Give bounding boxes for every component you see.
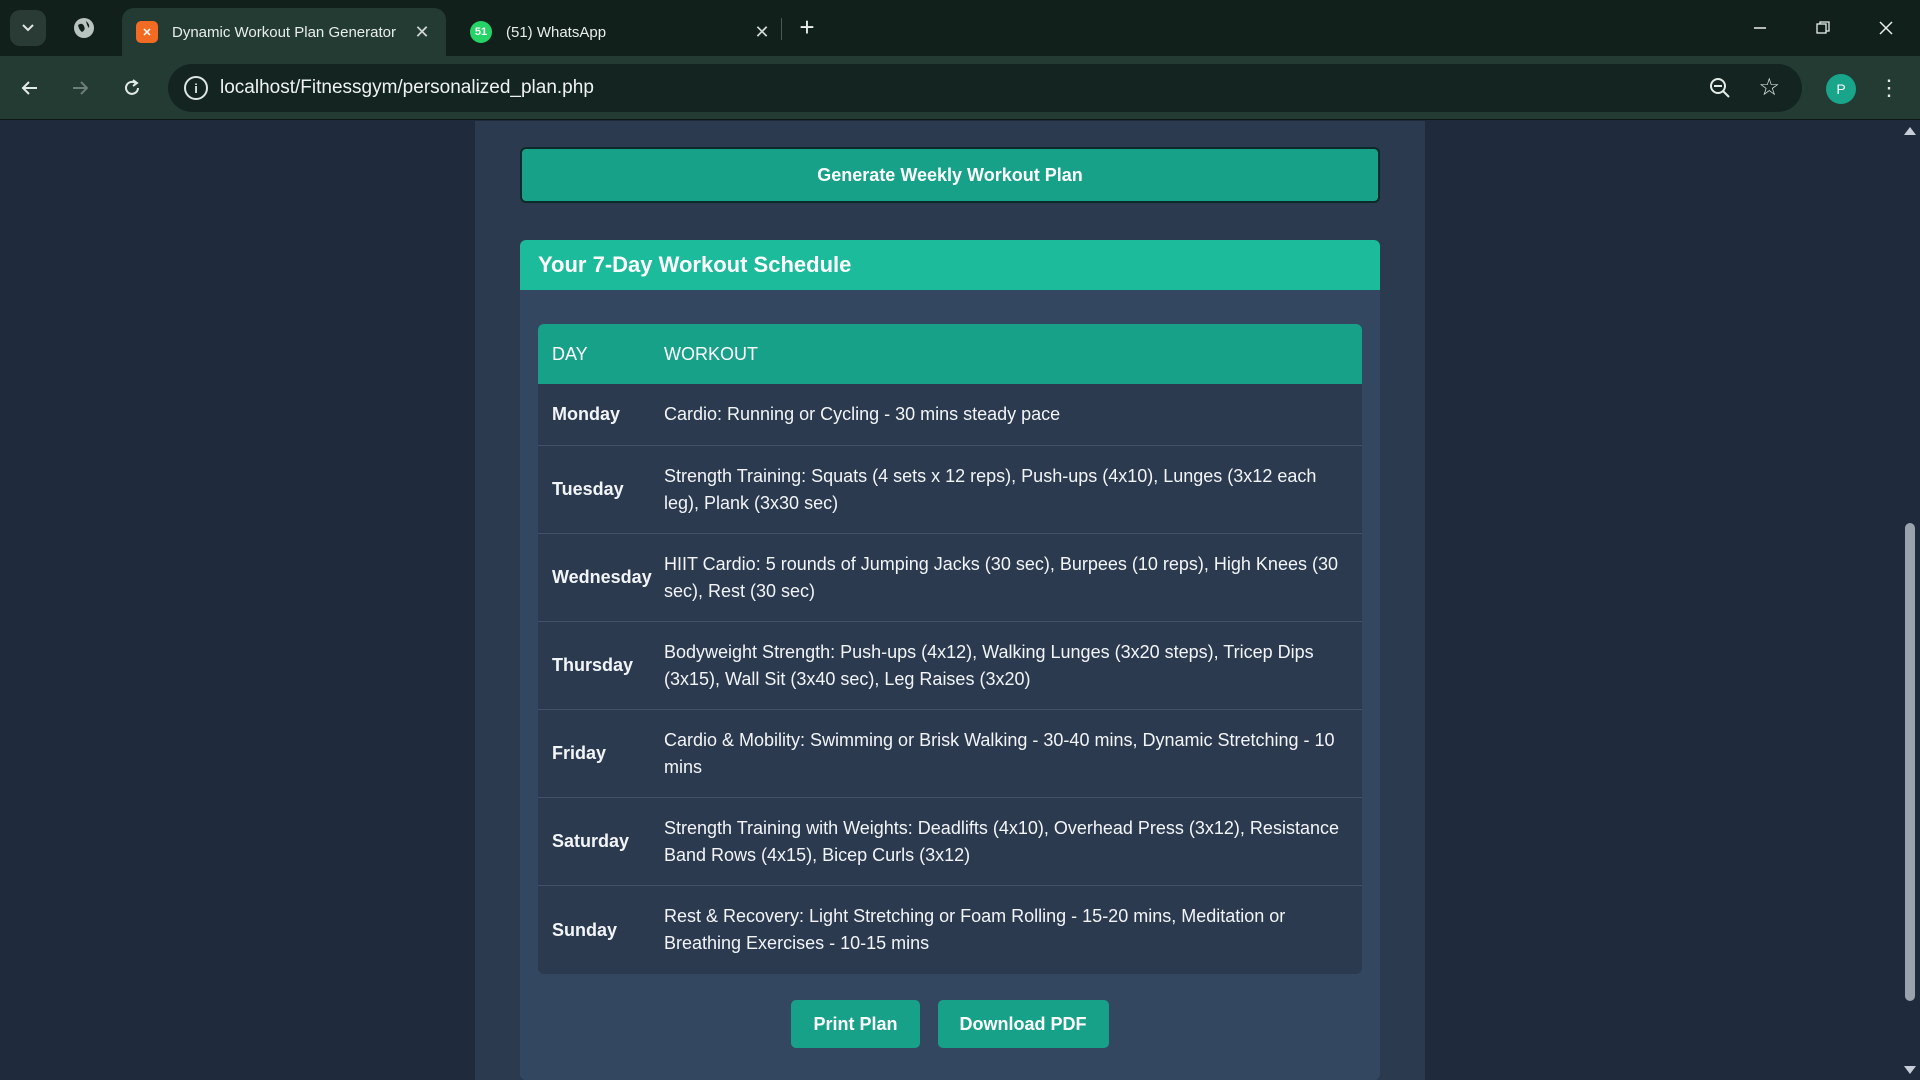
browser-menu-button[interactable]: ⋮ xyxy=(1874,70,1904,106)
table-row: Wednesday HIIT Cardio: 5 rounds of Jumpi… xyxy=(538,534,1362,622)
day-cell: Thursday xyxy=(552,655,634,675)
address-bar[interactable]: i localhost/Fitnessgym/personalized_plan… xyxy=(168,64,1802,112)
schedule-card: Your 7-Day Workout Schedule DAY WORKOUT … xyxy=(520,240,1380,1080)
window-close-button[interactable] xyxy=(1868,10,1904,46)
tab-separator xyxy=(781,18,782,40)
profile-avatar[interactable]: P xyxy=(1826,74,1856,104)
tab-whatsapp[interactable]: 51 (51) WhatsApp ✕ xyxy=(456,8,786,56)
zoom-icon[interactable] xyxy=(1708,76,1732,100)
whatsapp-badge: 51 xyxy=(474,26,488,38)
day-cell: Wednesday xyxy=(552,567,652,587)
day-cell: Friday xyxy=(552,743,607,763)
day-cell: Sunday xyxy=(552,919,618,940)
day-cell: Tuesday xyxy=(552,479,624,499)
tab-group-icon[interactable] xyxy=(70,14,98,42)
bookmark-star-icon[interactable]: ☆ xyxy=(1758,73,1780,102)
forward-button[interactable] xyxy=(62,70,98,106)
workout-cell: Cardio: Running or Cycling - 30 mins ste… xyxy=(664,404,1061,424)
column-header-workout: WORKOUT xyxy=(664,343,758,364)
print-plan-button[interactable]: Print Plan xyxy=(791,1000,920,1048)
content-container: Generate Weekly Workout Plan Your 7-Day … xyxy=(475,121,1425,1080)
table-row: Sunday Rest & Recovery: Light Stretching… xyxy=(538,886,1362,974)
workout-cell: HIIT Cardio: 5 rounds of Jumping Jacks (… xyxy=(664,553,1338,601)
arrow-right-icon xyxy=(73,81,89,95)
tab-title: Dynamic Workout Plan Generator xyxy=(172,23,396,41)
url-text[interactable]: localhost/Fitnessgym/personalized_plan.p… xyxy=(220,77,594,99)
xampp-icon: ✕ xyxy=(136,21,158,43)
page-viewport: Generate Weekly Workout Plan Your 7-Day … xyxy=(0,121,1900,1080)
scroll-down-arrow-icon[interactable] xyxy=(1904,1066,1916,1074)
browser-toolbar: i localhost/Fitnessgym/personalized_plan… xyxy=(0,56,1920,120)
download-pdf-button[interactable]: Download PDF xyxy=(937,1000,1109,1048)
workout-cell: Strength Training with Weights: Deadlift… xyxy=(664,817,1339,865)
generate-plan-button[interactable]: Generate Weekly Workout Plan xyxy=(520,147,1380,203)
page-scrollbar[interactable] xyxy=(1900,121,1920,1080)
table-row: Saturday Strength Training with Weights:… xyxy=(538,798,1362,886)
close-icon[interactable]: ✕ xyxy=(412,22,432,43)
schedule-table: DAY WORKOUT Monday Cardio: Running or Cy… xyxy=(538,324,1362,974)
whatsapp-icon: 51 xyxy=(470,21,492,43)
reload-button[interactable] xyxy=(114,70,150,106)
restore-icon xyxy=(1816,21,1830,34)
day-cell: Monday xyxy=(552,404,621,424)
tab-workout-plan[interactable]: ✕ Dynamic Workout Plan Generator ✕ xyxy=(122,8,446,56)
site-info-icon[interactable]: i xyxy=(184,76,208,100)
schedule-title: Your 7-Day Workout Schedule xyxy=(520,240,1380,290)
minimize-icon xyxy=(1754,27,1766,29)
workout-cell: Cardio & Mobility: Swimming or Brisk Wal… xyxy=(664,729,1335,777)
chevron-down-icon xyxy=(22,24,34,32)
new-tab-button[interactable]: + xyxy=(792,12,822,42)
profile-initial: P xyxy=(1836,81,1846,97)
tab-search-button[interactable] xyxy=(10,10,46,46)
table-row: Thursday Bodyweight Strength: Push-ups (… xyxy=(538,622,1362,710)
tab-title: (51) WhatsApp xyxy=(506,23,607,41)
day-cell: Saturday xyxy=(552,831,630,851)
close-icon[interactable]: ✕ xyxy=(752,22,772,43)
action-buttons: Print Plan Download PDF xyxy=(520,1000,1380,1048)
table-row: Monday Cardio: Running or Cycling - 30 m… xyxy=(538,384,1362,446)
workout-cell: Bodyweight Strength: Push-ups (4x12), Wa… xyxy=(664,641,1314,689)
workout-cell: Rest & Recovery: Light Stretching or Foa… xyxy=(664,906,1286,953)
scroll-up-arrow-icon[interactable] xyxy=(1904,127,1916,135)
close-icon xyxy=(1879,21,1893,35)
table-row: Friday Cardio & Mobility: Swimming or Br… xyxy=(538,710,1362,798)
column-header-day: DAY xyxy=(552,343,588,364)
tab-bar: ✕ Dynamic Workout Plan Generator ✕ 51 (5… xyxy=(0,0,1920,56)
scroll-thumb[interactable] xyxy=(1905,523,1915,1001)
restore-button[interactable] xyxy=(1805,10,1841,46)
workout-cell: Strength Training: Squats (4 sets x 12 r… xyxy=(664,465,1317,513)
minimize-button[interactable] xyxy=(1742,10,1778,46)
table-row: Tuesday Strength Training: Squats (4 set… xyxy=(538,446,1362,534)
reload-icon xyxy=(125,79,139,95)
back-button[interactable] xyxy=(12,70,48,106)
arrow-left-icon xyxy=(21,81,37,95)
table-header: DAY WORKOUT xyxy=(538,324,1362,384)
